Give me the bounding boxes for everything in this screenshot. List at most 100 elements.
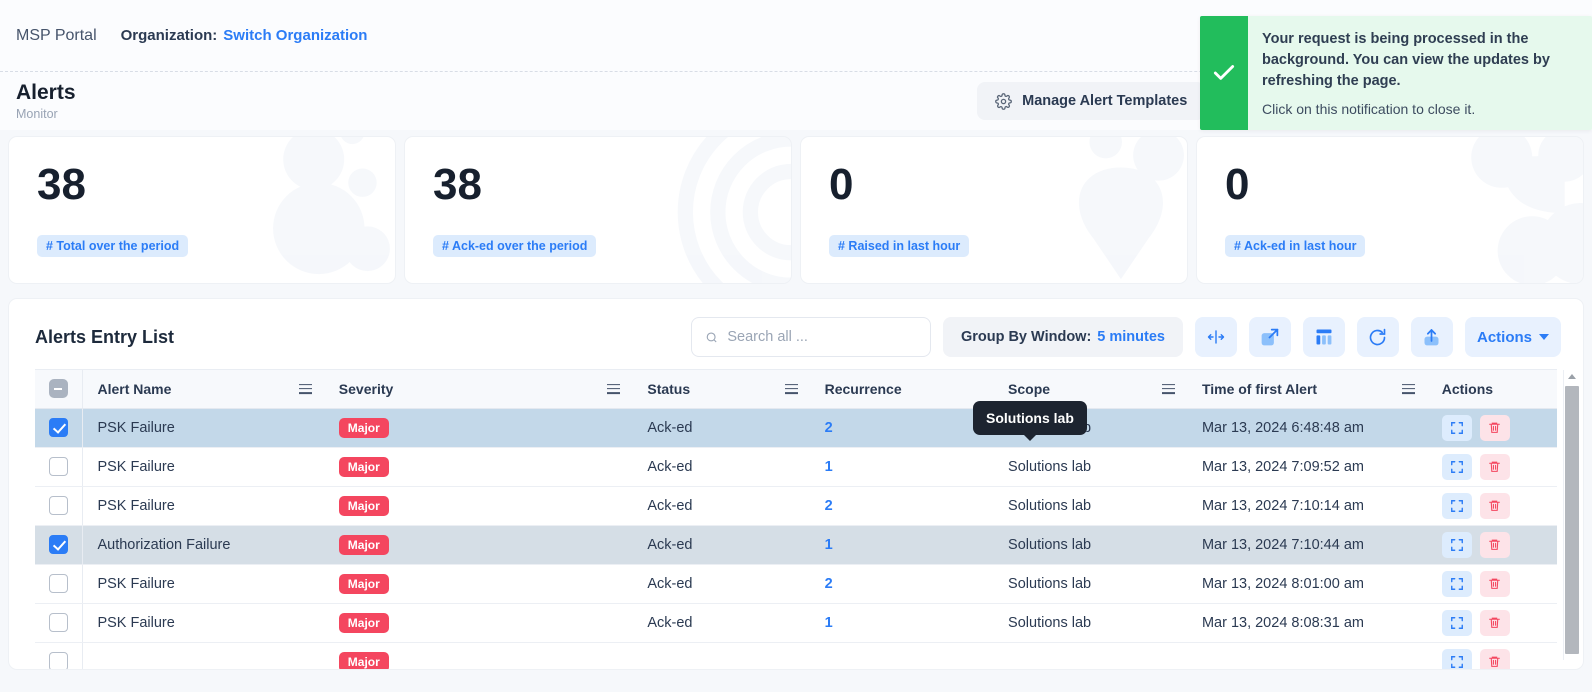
row-delete-button[interactable] <box>1480 415 1510 441</box>
table-row[interactable]: PSK Failure Major Ack-ed 2 Solutions lab… <box>35 564 1557 603</box>
export-button[interactable] <box>1411 317 1453 357</box>
cell-time: Mar 13, 2024 8:08:31 am <box>1188 603 1428 642</box>
column-header-time-of-first-alert[interactable]: Time of first Alert <box>1188 370 1428 408</box>
column-menu-icon[interactable] <box>785 384 798 394</box>
select-all-checkbox[interactable] <box>49 379 68 398</box>
scrollbar-thumb[interactable] <box>1565 386 1579 654</box>
column-menu-icon[interactable] <box>1402 384 1415 394</box>
column-header-alert-name[interactable]: Alert Name <box>83 370 325 408</box>
table-row[interactable]: PSK Failure Major Ack-ed 2 Solutions lab… <box>35 486 1557 525</box>
scroll-up-icon[interactable] <box>1568 374 1576 379</box>
columns-button[interactable] <box>1303 317 1345 357</box>
notification-toast[interactable]: Your request is being processed in the b… <box>1200 16 1592 130</box>
column-menu-icon[interactable] <box>607 384 620 394</box>
column-header-actions: Actions <box>1428 370 1557 408</box>
trash-icon <box>1488 460 1501 473</box>
row-delete-button[interactable] <box>1480 454 1510 480</box>
row-checkbox[interactable] <box>49 496 68 515</box>
cell-recurrence: 1 <box>811 603 994 642</box>
trash-icon <box>1488 655 1501 668</box>
table-row[interactable]: PSK Failure Major Ack-ed 2 Solutions lab… <box>35 408 1557 447</box>
cell-status: Ack-ed <box>633 408 810 447</box>
row-select-cell <box>35 447 83 486</box>
refresh-button[interactable] <box>1357 317 1399 357</box>
column-menu-icon[interactable] <box>299 384 312 394</box>
toast-hint: Click on this notification to close it. <box>1262 101 1576 117</box>
recurrence-link[interactable]: 2 <box>825 576 833 592</box>
cell-recurrence: 2 <box>811 564 994 603</box>
expand-icon <box>1450 421 1464 435</box>
row-delete-button[interactable] <box>1480 649 1510 671</box>
group-by-label: Group By Window: <box>961 329 1091 345</box>
list-title: Alerts Entry List <box>35 327 174 348</box>
row-checkbox[interactable] <box>49 535 68 554</box>
row-expand-button[interactable] <box>1442 532 1472 558</box>
recurrence-link[interactable]: 2 <box>825 420 833 436</box>
cell-actions <box>1428 486 1557 525</box>
row-select-cell <box>35 564 83 603</box>
row-delete-button[interactable] <box>1480 571 1510 597</box>
row-expand-button[interactable] <box>1442 454 1472 480</box>
row-delete-button[interactable] <box>1480 610 1510 636</box>
row-checkbox[interactable] <box>49 457 68 476</box>
row-select-cell <box>35 642 83 670</box>
cell-actions <box>1428 642 1557 670</box>
table-row[interactable]: PSK Failure Major Ack-ed 1 Solutions lab… <box>35 447 1557 486</box>
row-checkbox[interactable] <box>49 418 68 437</box>
column-label: Actions <box>1442 381 1493 397</box>
table-row[interactable]: Major <box>35 642 1557 670</box>
app-brand: MSP Portal <box>16 27 97 45</box>
cell-scope: Solutions lab <box>994 447 1188 486</box>
table-row[interactable]: PSK Failure Major Ack-ed 1 Solutions lab… <box>35 603 1557 642</box>
fit-columns-button[interactable] <box>1195 317 1237 357</box>
row-delete-button[interactable] <box>1480 532 1510 558</box>
recurrence-link[interactable]: 1 <box>825 615 833 631</box>
row-checkbox[interactable] <box>49 652 68 670</box>
column-label: Time of first Alert <box>1202 381 1317 397</box>
toast-message: Your request is being processed in the b… <box>1262 29 1576 92</box>
actions-dropdown-button[interactable]: Actions <box>1465 317 1561 357</box>
switch-organization-link[interactable]: Switch Organization <box>223 27 367 44</box>
severity-badge: Major <box>339 457 389 477</box>
page-subtitle: Monitor <box>16 107 76 121</box>
column-menu-icon[interactable] <box>1162 384 1175 394</box>
column-header-severity[interactable]: Severity <box>325 370 634 408</box>
recurrence-link[interactable]: 2 <box>825 498 833 514</box>
manage-alert-templates-label: Manage Alert Templates <box>1022 93 1187 109</box>
column-header-status[interactable]: Status <box>633 370 810 408</box>
group-by-value: 5 minutes <box>1097 329 1165 345</box>
recurrence-link[interactable]: 1 <box>825 459 833 475</box>
cell-recurrence: 2 <box>811 408 994 447</box>
stat-label: # Ack-ed over the period <box>433 235 596 257</box>
row-checkbox[interactable] <box>49 613 68 632</box>
table-header: Alert Name Severity Status Recurren <box>35 370 1557 408</box>
cell-alert-name: PSK Failure <box>83 408 325 447</box>
column-label: Status <box>647 381 690 397</box>
row-expand-button[interactable] <box>1442 415 1472 441</box>
cell-status: Ack-ed <box>633 564 810 603</box>
search-input[interactable] <box>727 329 917 345</box>
chevron-down-icon <box>1539 334 1549 340</box>
cell-severity: Major <box>325 642 634 670</box>
table-row[interactable]: Authorization Failure Major Ack-ed 1 Sol… <box>35 525 1557 564</box>
page-title: Alerts <box>16 81 76 104</box>
manage-alert-templates-button[interactable]: Manage Alert Templates <box>977 82 1205 120</box>
row-expand-button[interactable] <box>1442 649 1472 671</box>
column-header-recurrence[interactable]: Recurrence <box>811 370 994 408</box>
row-expand-button[interactable] <box>1442 493 1472 519</box>
search-box[interactable] <box>691 317 931 357</box>
expand-icon <box>1259 327 1280 348</box>
page-title-block: Alerts Monitor <box>16 81 76 121</box>
table-vertical-scrollbar[interactable] <box>1563 370 1579 660</box>
row-expand-button[interactable] <box>1442 571 1472 597</box>
alerts-table-container: Alert Name Severity Status Recurren <box>35 369 1557 659</box>
recurrence-link[interactable]: 1 <box>825 537 833 553</box>
cell-severity: Major <box>325 525 634 564</box>
expand-button[interactable] <box>1249 317 1291 357</box>
row-delete-button[interactable] <box>1480 493 1510 519</box>
row-expand-button[interactable] <box>1442 610 1472 636</box>
cell-severity: Major <box>325 564 634 603</box>
group-by-window-control[interactable]: Group By Window: 5 minutes <box>943 317 1183 357</box>
fit-columns-icon <box>1205 328 1227 346</box>
row-checkbox[interactable] <box>49 574 68 593</box>
